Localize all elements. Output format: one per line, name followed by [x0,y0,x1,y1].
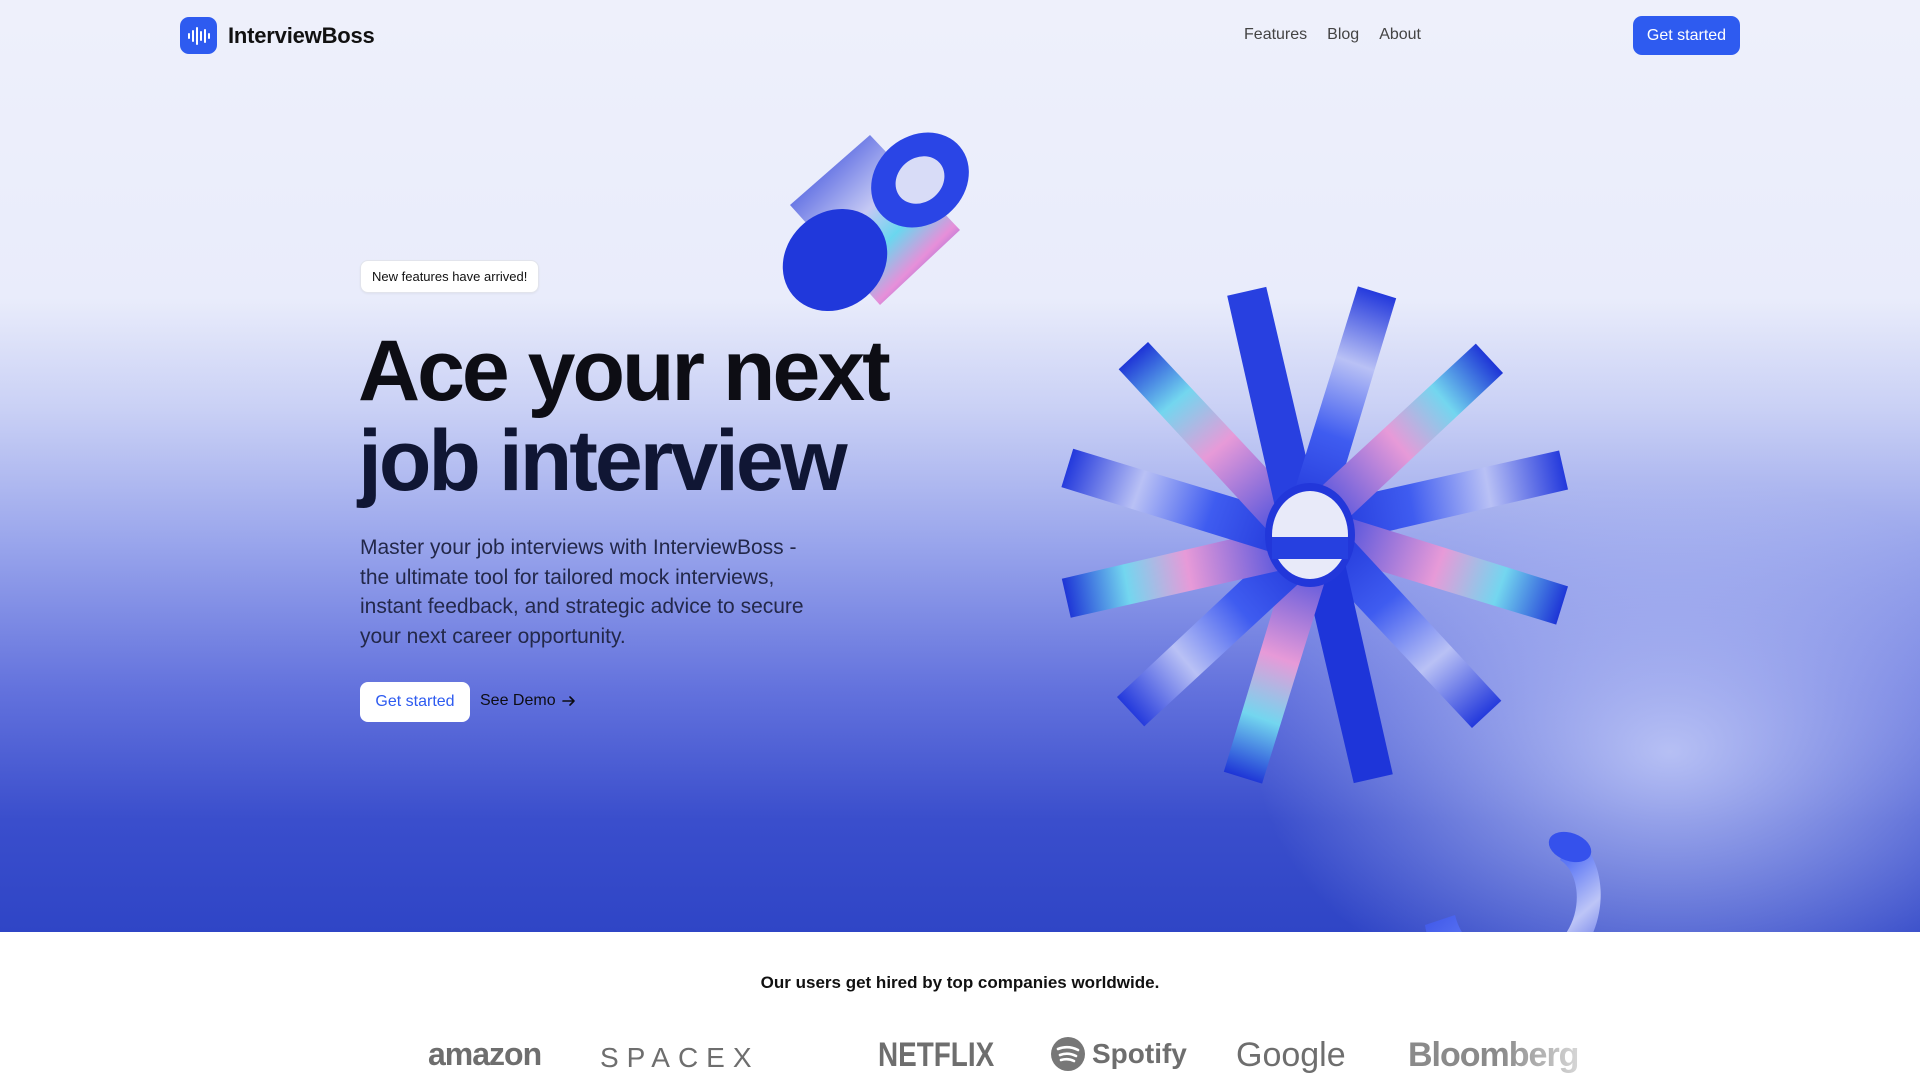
soundwave-icon [180,17,217,54]
spotify-icon [1051,1037,1085,1071]
nav-links: Features Blog About [1244,26,1421,44]
headline-line-2: job interview [358,413,848,509]
hero-headline: Ace your next job interview [358,323,891,509]
spotify-logo: Spotify [1050,1036,1187,1072]
arrow-right-icon [561,696,575,706]
hero-subtext: Master your job interviews with Intervie… [360,536,804,648]
logos-fade-left [330,1030,390,1080]
hook-3d-art [1425,831,1601,932]
spacex-logo: SPACEX [600,1042,760,1073]
top-navigation: InterviewBoss Features Blog About Get st… [0,0,1920,70]
see-demo-label: See Demo [480,692,556,709]
nav-get-started-button[interactable]: Get started [1633,16,1740,55]
companies-tagline: Our users get hired by top companies wor… [760,973,1160,992]
hero-get-started-button[interactable]: Get started [360,682,470,722]
spotify-wordmark: Spotify [1092,1038,1187,1069]
hero-section [0,0,1920,932]
cylinder-3d-art [782,132,969,312]
new-features-badge[interactable]: New features have arrived! [360,260,540,293]
brand-name: InterviewBoss [228,22,375,48]
starburst-3d-art [1061,286,1569,784]
logos-fade-right [1500,1030,1620,1080]
nav-link-blog[interactable]: Blog [1327,26,1359,44]
google-logo: Google [1236,1036,1346,1074]
company-logos-strip: amazon SPACEX NETFLIX Spotify Google Blo… [0,1030,1920,1080]
see-demo-link[interactable]: See Demo [480,692,576,710]
amazon-logo: amazon [428,1036,542,1072]
nav-link-features[interactable]: Features [1244,26,1307,44]
headline-line-1: Ace your next [358,323,891,419]
netflix-logo: NETFLIX [878,1036,995,1074]
nav-link-about[interactable]: About [1379,26,1421,44]
brand-logo[interactable]: InterviewBoss [180,17,375,54]
